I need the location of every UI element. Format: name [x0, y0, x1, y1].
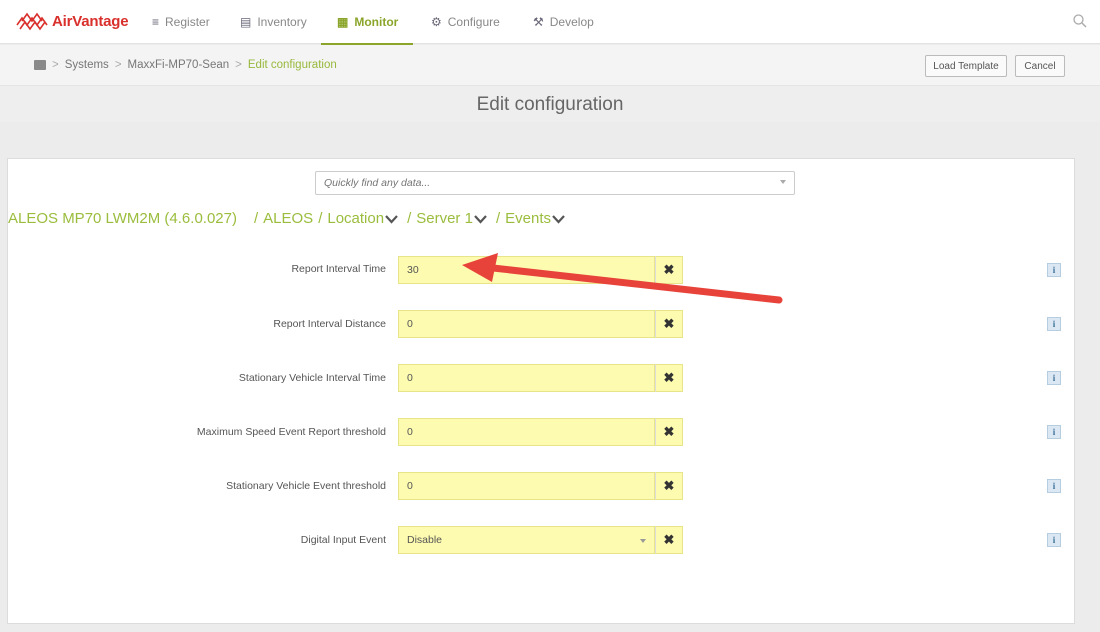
tools-icon: ⚒	[533, 15, 544, 29]
cancel-button[interactable]: Cancel	[1015, 55, 1065, 77]
breadcrumb-separator: >	[52, 59, 59, 71]
clear-icon[interactable]: ✖	[655, 418, 683, 446]
path-aleos[interactable]: ALEOS	[263, 210, 313, 227]
quick-find-input[interactable]	[316, 172, 756, 194]
field-label: Stationary Vehicle Interval Time	[238, 372, 386, 384]
path-separator: /	[253, 210, 259, 227]
device-name[interactable]: ALEOS MP70 LWM2M (4.6.0.027)	[8, 210, 237, 227]
field-label: Maximum Speed Event Report threshold	[196, 426, 386, 438]
path-separator: /	[318, 210, 323, 227]
path-separator: /	[407, 210, 412, 227]
path-events[interactable]: Events	[505, 210, 569, 227]
breadcrumb-current: Edit configuration	[247, 59, 337, 71]
field-label: Digital Input Event	[300, 534, 386, 546]
report-interval-time-input[interactable]	[399, 257, 654, 283]
report-interval-distance-input[interactable]	[399, 311, 654, 337]
clear-icon[interactable]: ✖	[655, 364, 683, 392]
max-speed-threshold-input[interactable]	[399, 419, 654, 445]
breadcrumb-separator: >	[114, 59, 122, 71]
logo[interactable]: AirVantage	[16, 11, 129, 31]
path-location[interactable]: Location	[327, 210, 402, 227]
quick-find-select[interactable]	[315, 171, 795, 195]
chevron-down-icon[interactable]	[385, 214, 398, 224]
config-path: ALEOS MP70 LWM2M (4.6.0.027) / ALEOS / L…	[8, 210, 569, 227]
info-icon[interactable]: i	[1047, 263, 1061, 277]
logo-text: AirVantage	[52, 12, 129, 30]
report-interval-distance-field[interactable]	[398, 310, 655, 338]
stationary-vehicle-interval-field[interactable]	[398, 364, 655, 392]
monitor-icon: ▦	[337, 15, 349, 29]
load-template-button[interactable]: Load Template	[925, 55, 1007, 77]
breadcrumb-system-name[interactable]: MaxxFi-MP70-Sean	[128, 59, 230, 71]
path-aleos-label: ALEOS	[263, 210, 314, 227]
page-title: Edit configuration	[476, 94, 624, 115]
register-icon: ≡	[152, 15, 160, 29]
stationary-vehicle-threshold-input[interactable]	[399, 473, 654, 499]
clear-icon[interactable]: ✖	[655, 526, 683, 554]
top-nav: AirVantage ≡ Register ▤ Inventory ▦ Moni…	[0, 0, 1100, 45]
clear-icon[interactable]: ✖	[655, 310, 683, 338]
nav-develop-label: Develop	[549, 15, 594, 29]
digital-input-event-value[interactable]	[399, 527, 654, 553]
breadcrumb-systems[interactable]: Systems	[65, 59, 109, 71]
nav-inventory-label: Inventory	[257, 15, 307, 29]
chevron-down-icon[interactable]	[474, 214, 487, 224]
breadcrumb-separator: >	[235, 59, 242, 71]
path-server-label: Server 1	[416, 210, 473, 227]
dashboard-icon[interactable]	[34, 60, 46, 70]
info-icon[interactable]: i	[1047, 533, 1061, 547]
report-interval-time-field[interactable]	[398, 256, 655, 284]
info-icon[interactable]: i	[1047, 371, 1061, 385]
airvantage-logo-icon	[16, 12, 48, 31]
nav-register[interactable]: ≡ Register	[152, 0, 210, 44]
field-label: Report Interval Time	[291, 263, 386, 275]
sub-header: > Systems > MaxxFi-MP70-Sean > Edit conf…	[0, 45, 1100, 86]
info-icon[interactable]: i	[1047, 425, 1061, 439]
title-band: Edit configuration	[0, 86, 1100, 122]
nav-configure-label: Configure	[447, 15, 500, 29]
path-location-label: Location	[327, 210, 385, 227]
inventory-icon: ▤	[240, 15, 252, 29]
path-events-label: Events	[505, 210, 551, 227]
chevron-down-icon[interactable]	[552, 214, 565, 224]
field-label: Stationary Vehicle Event threshold	[226, 480, 386, 492]
clear-icon[interactable]: ✖	[655, 472, 683, 500]
field-label: Report Interval Distance	[273, 318, 386, 330]
path-separator: /	[495, 210, 501, 227]
gear-icon: ⚙	[431, 15, 442, 29]
nav-register-label: Register	[165, 15, 210, 29]
stationary-vehicle-interval-input[interactable]	[399, 365, 654, 391]
path-server[interactable]: Server 1	[416, 210, 491, 227]
info-icon[interactable]: i	[1047, 479, 1061, 493]
nav-monitor[interactable]: ▦ Monitor	[337, 0, 398, 44]
chevron-down-icon[interactable]	[780, 180, 786, 184]
nav-monitor-label: Monitor	[354, 15, 399, 29]
breadcrumb: > Systems > MaxxFi-MP70-Sean > Edit conf…	[34, 59, 337, 71]
clear-icon[interactable]: ✖	[655, 256, 683, 284]
nav-configure[interactable]: ⚙ Configure	[431, 0, 500, 44]
nav-inventory[interactable]: ▤ Inventory	[240, 0, 307, 44]
chevron-down-icon[interactable]	[640, 539, 646, 543]
digital-input-event-select[interactable]	[398, 526, 655, 554]
config-panel: ALEOS MP70 LWM2M (4.6.0.027) / ALEOS / L…	[7, 158, 1075, 624]
info-icon[interactable]: i	[1047, 317, 1061, 331]
nav-develop[interactable]: ⚒ Develop	[533, 0, 594, 44]
stationary-vehicle-threshold-field[interactable]	[398, 472, 655, 500]
max-speed-threshold-field[interactable]	[398, 418, 655, 446]
search-icon[interactable]	[1072, 13, 1088, 29]
